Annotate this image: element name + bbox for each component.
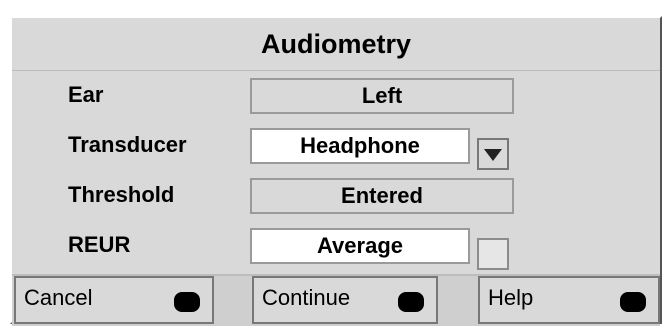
reur-input[interactable]: Average xyxy=(250,228,470,264)
cancel-button-label: Cancel xyxy=(24,285,93,310)
ear-label: Ear xyxy=(68,82,104,107)
help-button[interactable]: Help xyxy=(478,276,660,324)
button-marker-icon xyxy=(398,292,424,312)
chevron-down-icon xyxy=(484,149,502,161)
continue-button[interactable]: Continue xyxy=(252,276,438,324)
cancel-button[interactable]: Cancel xyxy=(14,276,214,324)
dialog-title: Audiometry xyxy=(12,18,660,71)
ear-value: Left xyxy=(250,78,514,114)
button-marker-icon xyxy=(174,292,200,312)
transducer-dropdown-button[interactable] xyxy=(477,138,509,170)
button-marker-icon xyxy=(620,292,646,312)
reur-label: REUR xyxy=(68,232,131,257)
help-button-label: Help xyxy=(488,285,534,310)
reur-toggle[interactable] xyxy=(477,238,509,270)
button-bar: Cancel Continue Help xyxy=(12,274,660,326)
threshold-label: Threshold xyxy=(68,182,175,207)
threshold-value: Entered xyxy=(250,178,514,214)
audiometry-dialog: Audiometry Ear Left Transducer Headphone… xyxy=(10,16,662,326)
continue-button-label: Continue xyxy=(262,285,351,310)
transducer-label: Transducer xyxy=(68,132,187,157)
transducer-select[interactable]: Headphone xyxy=(250,128,470,164)
